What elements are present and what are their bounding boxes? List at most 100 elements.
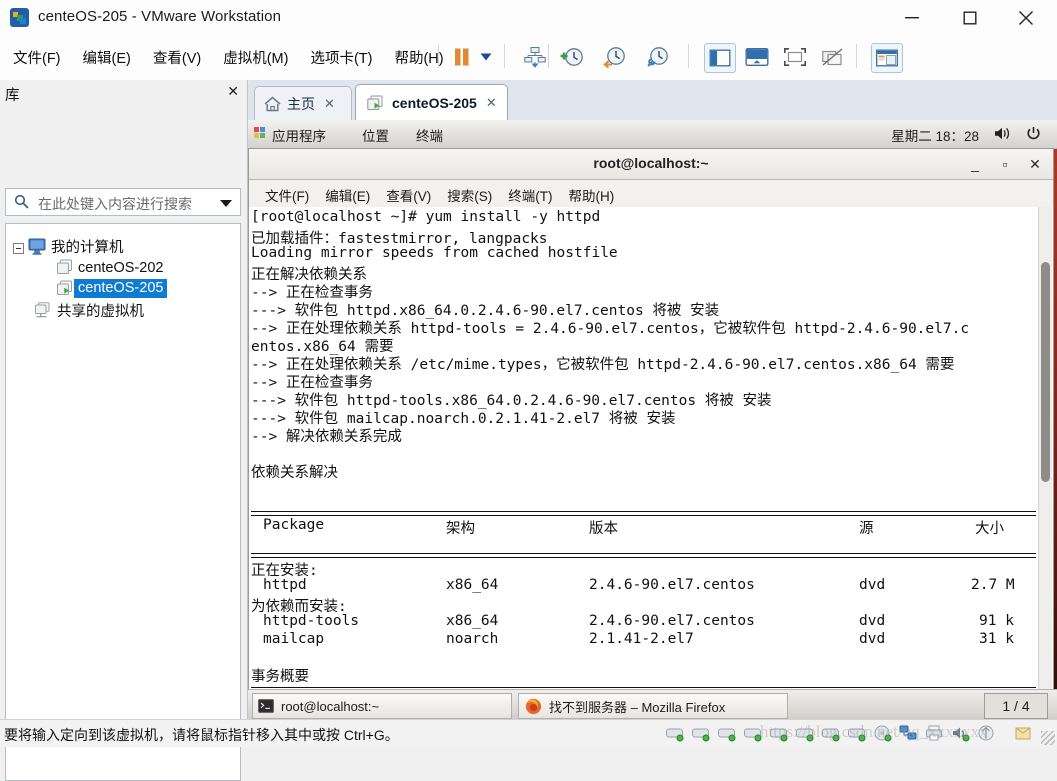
device-harddisk-5-icon[interactable] [769, 724, 789, 743]
tree-item-centeos-205[interactable]: centeOS-205 [56, 278, 168, 299]
toolbar-separator-2 [504, 44, 505, 68]
terminal-close-icon[interactable]: ✕ [1027, 156, 1043, 173]
table-cell-version: 2.1.41-2.el7 [589, 631, 694, 647]
table-cell-arch: x86_64 [446, 613, 499, 629]
terminal-menubar: 文件(F) 编辑(E) 查看(V) 搜索(S) 终端(T) 帮助(H) [249, 180, 1053, 208]
resize-grip[interactable] [1041, 731, 1055, 745]
device-harddisk-6-icon[interactable] [795, 724, 815, 743]
manage-snapshots-icon[interactable] [644, 44, 672, 70]
menu-tabs[interactable]: 选项卡(T) [299, 47, 383, 68]
terminal-menu-view[interactable]: 查看(V) [378, 185, 439, 205]
power-icon[interactable] [1026, 126, 1041, 146]
library-close-icon[interactable]: ✕ [227, 83, 239, 100]
menu-applications[interactable]: 应用程序 [272, 125, 326, 145]
computer-icon [28, 238, 46, 255]
vmware-icon [9, 7, 30, 28]
menu-vm[interactable]: 虚拟机(M) [212, 47, 299, 68]
terminal-scrollbar[interactable] [1038, 207, 1052, 691]
terminal-menu-edit[interactable]: 编辑(E) [317, 185, 378, 205]
search-placeholder: 在此处键入内容进行搜索 [38, 196, 192, 212]
device-sound-icon[interactable] [951, 724, 971, 743]
device-network-icon[interactable] [899, 724, 919, 743]
device-harddisk-1-icon[interactable] [665, 724, 685, 743]
table-cell-version: 2.4.6-90.el7.centos [589, 613, 755, 629]
tree-item-my-computer[interactable]: 我的计算机 [28, 236, 124, 257]
device-harddisk-4-icon[interactable] [743, 724, 763, 743]
tab-close-icon[interactable]: ✕ [486, 95, 497, 111]
window-title: centeOS-205 - VMware Workstation [38, 8, 282, 25]
tree-expander-my-computer[interactable] [13, 243, 24, 254]
device-notes-icon[interactable] [1014, 724, 1034, 743]
taskbar-item-terminal[interactable]: root@localhost:~ [252, 693, 512, 719]
library-panel: 库 ✕ 在此处键入内容进行搜索 我的计算机 centeOS-202 centeO… [0, 80, 248, 781]
tab-label: centeOS-205 [392, 95, 477, 111]
console-view-icon[interactable] [871, 43, 903, 73]
device-usb-icon[interactable] [977, 724, 997, 743]
toolbar-separator-5 [856, 44, 857, 68]
tree-label: 共享的虚拟机 [57, 304, 144, 320]
snapshot-manager-icon[interactable] [521, 44, 549, 70]
gnome-top-panel: 应用程序 位置 终端 星期二 18：28 [248, 120, 1057, 149]
vm-tabstrip: 主页 ✕ centeOS-205 ✕ [248, 80, 1057, 121]
chevron-down-icon[interactable] [220, 200, 232, 207]
tab-centeos-205[interactable]: centeOS-205 ✕ [355, 84, 508, 121]
menu-view[interactable]: 查看(V) [142, 47, 212, 68]
device-harddisk-3-icon[interactable] [717, 724, 737, 743]
close-icon[interactable] [1003, 0, 1049, 35]
device-harddisk-8-icon[interactable] [847, 724, 867, 743]
table-cell-repo: dvd [859, 577, 886, 593]
terminal-menu-search[interactable]: 搜索(S) [439, 185, 500, 205]
show-thumbnail-bar-icon[interactable] [743, 44, 771, 70]
library-title: 库 [5, 88, 20, 104]
taskbar-item-firefox[interactable]: 找不到服务器 – Mozilla Firefox [518, 693, 788, 719]
show-library-icon[interactable] [704, 43, 736, 73]
volume-icon[interactable] [994, 126, 1011, 146]
minimize-icon[interactable] [889, 0, 935, 35]
menu-help[interactable]: 帮助(H) [383, 47, 454, 68]
menu-file[interactable]: 文件(F) [2, 47, 72, 68]
terminal-minimize-icon[interactable]: _ [967, 156, 983, 172]
tab-home[interactable]: 主页 ✕ [254, 86, 352, 121]
device-cdrom-icon[interactable] [873, 724, 893, 743]
device-printer-icon[interactable] [925, 724, 945, 743]
vm-icon [57, 259, 72, 274]
status-bar: 要将输入定向到该虚拟机，请将鼠标指针移入其中或按 Ctrl+G。 [0, 719, 1057, 747]
tree-item-shared-vms[interactable]: 共享的虚拟机 [34, 300, 144, 321]
workspace-switcher[interactable]: 1 / 4 [984, 693, 1048, 719]
terminal-scrollbar-thumb[interactable] [1041, 262, 1050, 482]
terminal-line: [root@localhost ~]# yum install -y httpd [251, 209, 601, 225]
terminal-line: 依赖关系解决 [251, 465, 338, 481]
tab-close-icon[interactable]: ✕ [324, 96, 335, 112]
search-input[interactable]: 在此处键入内容进行搜索 [5, 188, 241, 216]
device-harddisk-2-icon[interactable] [691, 724, 711, 743]
menu-terminal[interactable]: 终端 [416, 125, 443, 145]
guest-screen[interactable]: 应用程序 位置 终端 星期二 18：28 root@localhost:~ _ … [248, 120, 1057, 720]
table-header-arch: 架构 [446, 521, 475, 537]
fullscreen-icon[interactable] [781, 44, 809, 70]
maximize-icon[interactable] [947, 0, 993, 35]
terminal-output[interactable]: [root@localhost ~]# yum install -y httpd… [249, 207, 1053, 691]
terminal-titlebar: root@localhost:~ _ ▫ ✕ [249, 149, 1053, 180]
terminal-window[interactable]: root@localhost:~ _ ▫ ✕ 文件(F) 编辑(E) 查看(V)… [248, 148, 1054, 692]
menu-edit[interactable]: 编辑(E) [72, 47, 142, 68]
terminal-menu-file[interactable]: 文件(F) [257, 185, 317, 205]
suspend-icon[interactable] [448, 44, 476, 70]
tab-label: 主页 [287, 96, 315, 112]
menu-places[interactable]: 位置 [362, 125, 389, 145]
vm-running-icon [366, 95, 385, 112]
panel-clock[interactable]: 星期二 18：28 [891, 125, 979, 145]
terminal-maximize-icon[interactable]: ▫ [997, 156, 1013, 172]
unity-mode-icon[interactable] [819, 44, 847, 70]
tree-item-centeos-202[interactable]: centeOS-202 [56, 257, 163, 278]
device-harddisk-7-icon[interactable] [821, 724, 841, 743]
table-cell-repo: dvd [859, 631, 886, 647]
revert-snapshot-icon[interactable] [601, 44, 629, 70]
dropdown-arrow-icon[interactable] [476, 44, 496, 70]
shared-vm-icon [35, 301, 50, 317]
table-rule-top-2 [251, 515, 1036, 516]
vmware-workstation-window: centeOS-205 - VMware Workstation 文件(F) 编… [0, 0, 1057, 781]
take-snapshot-icon[interactable] [558, 44, 586, 70]
status-message: 要将输入定向到该虚拟机，请将鼠标指针移入其中或按 Ctrl+G。 [4, 727, 399, 743]
terminal-menu-help[interactable]: 帮助(H) [561, 185, 623, 205]
terminal-menu-terminal[interactable]: 终端(T) [500, 185, 560, 205]
